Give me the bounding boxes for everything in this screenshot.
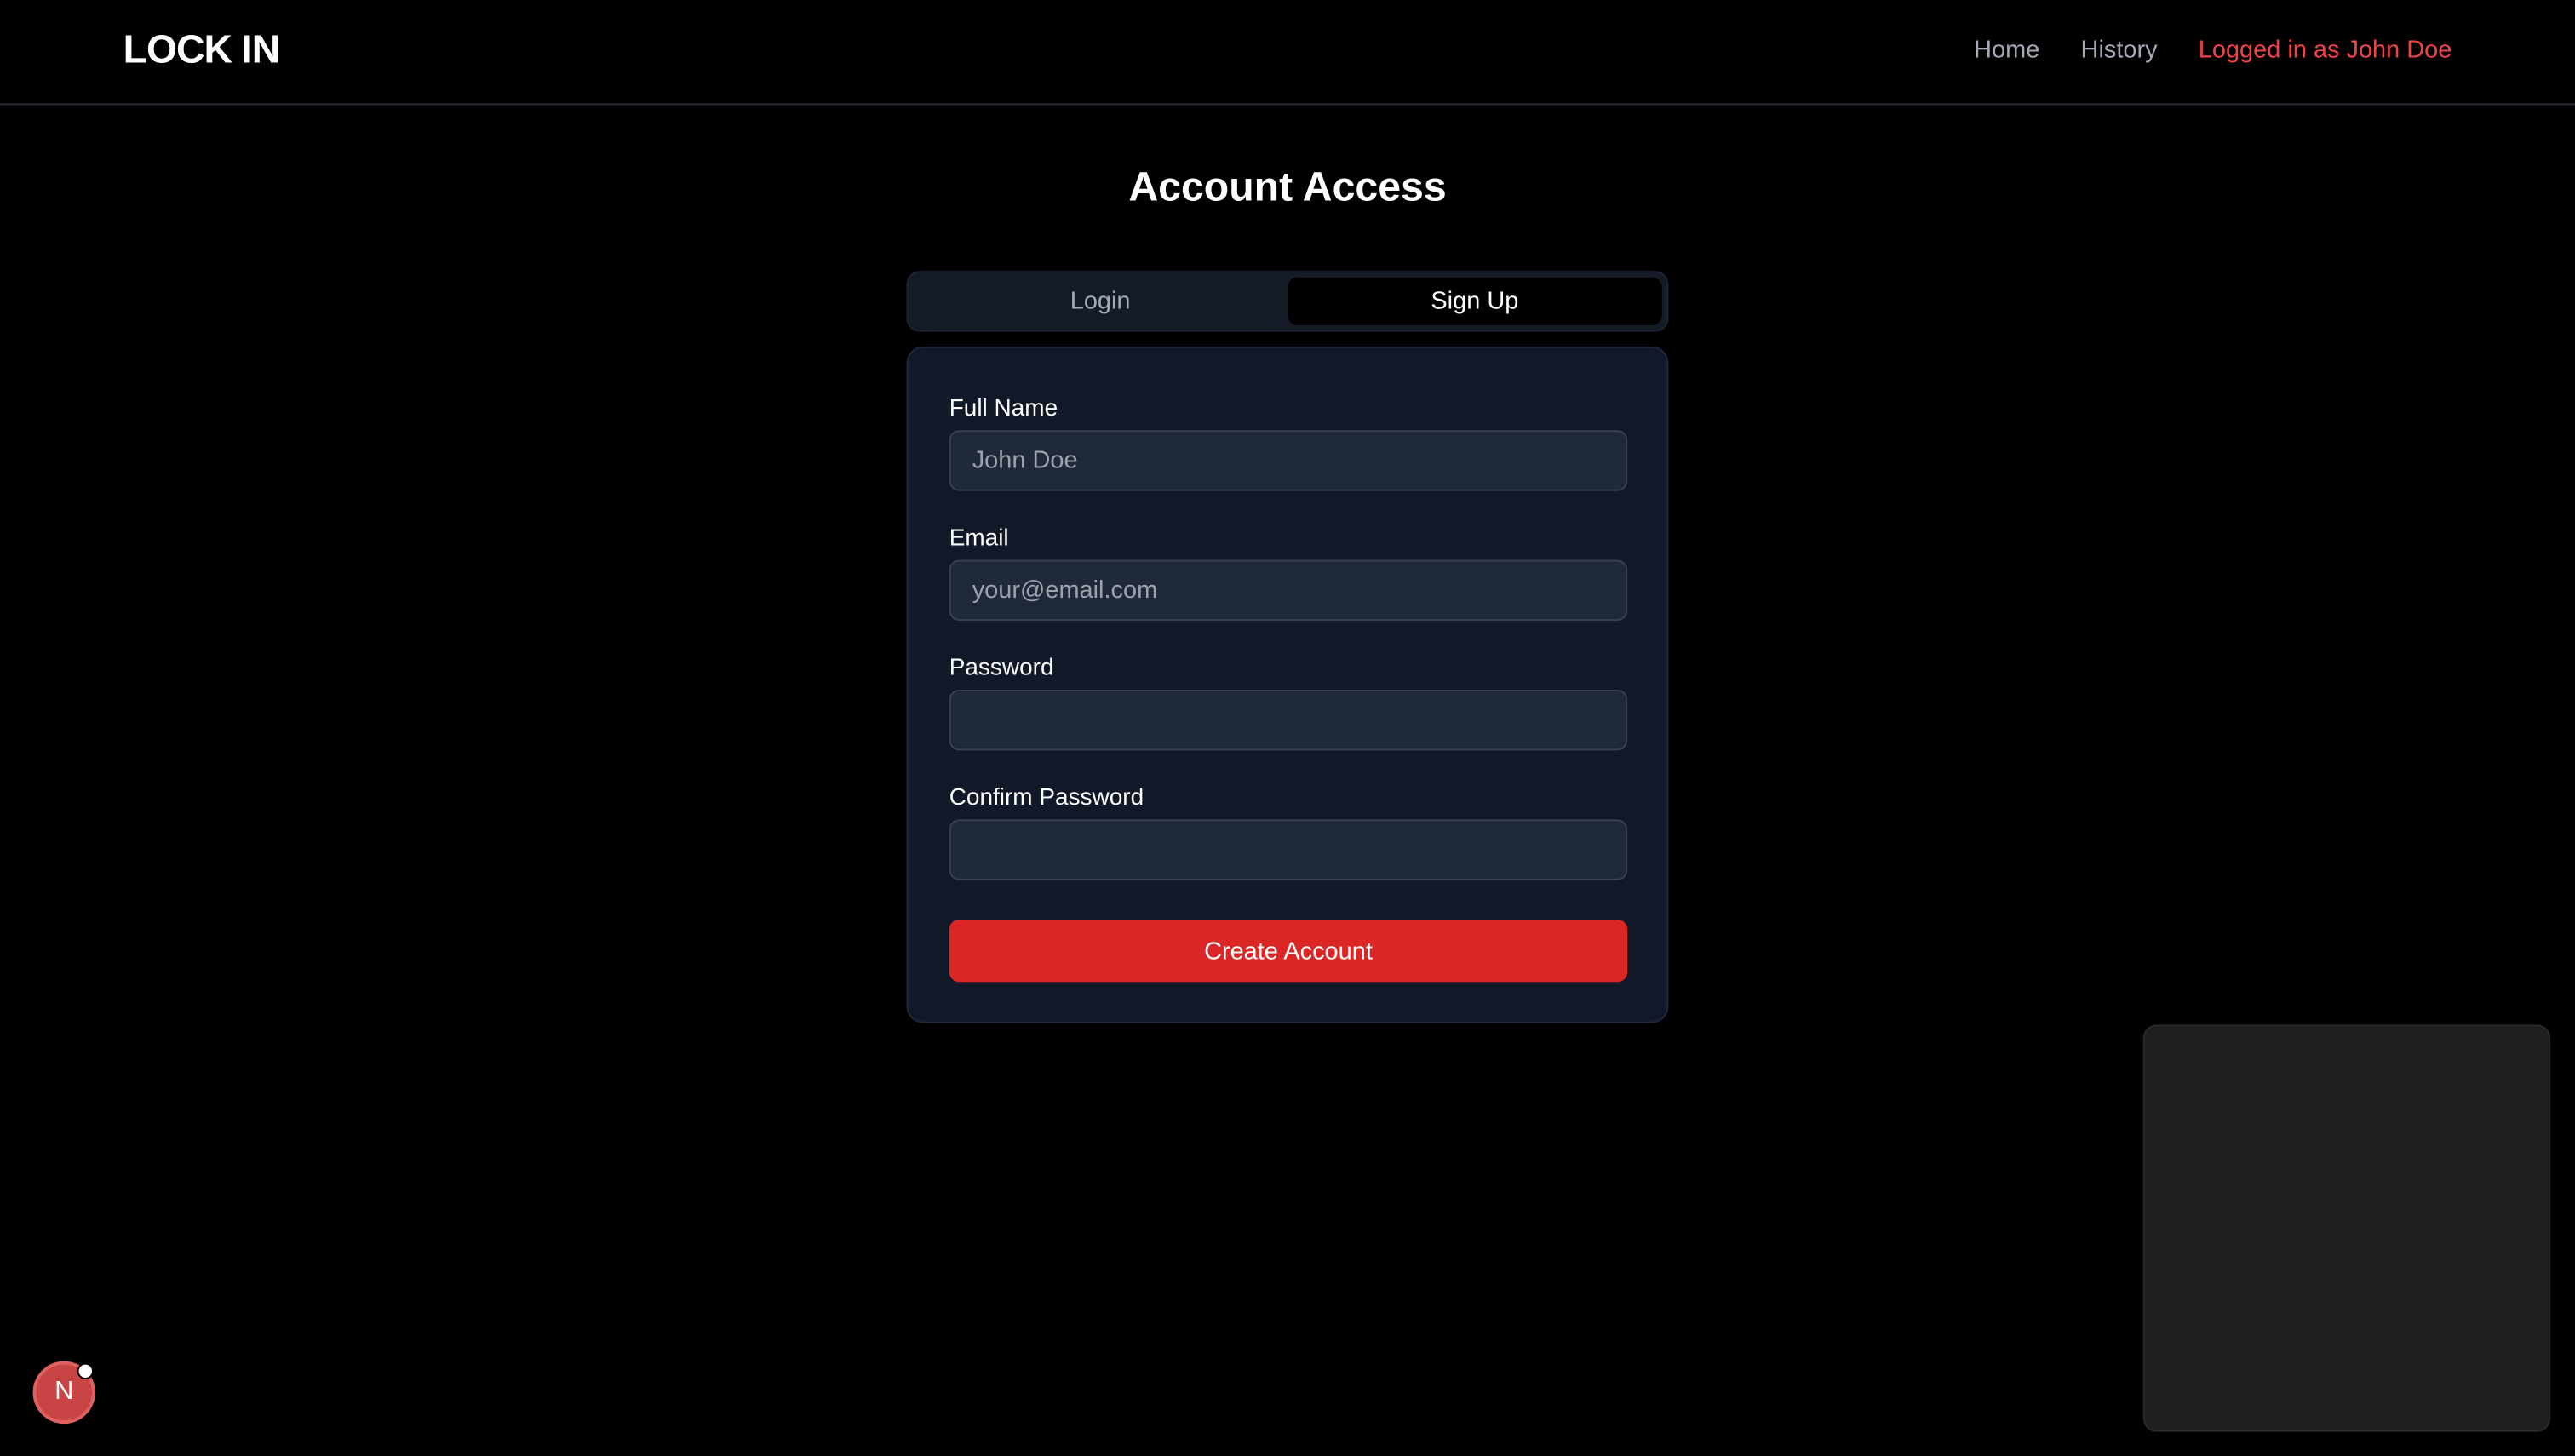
full-name-label: Full Name xyxy=(949,395,1058,422)
nav-links: Home History Logged in as John Doe xyxy=(1974,36,2452,64)
tab-signup[interactable]: Sign Up xyxy=(1287,277,1662,325)
nav-history-link[interactable]: History xyxy=(2081,36,2158,64)
stage: LOCK IN Home History Logged in as John D… xyxy=(0,0,2575,1456)
email-input[interactable] xyxy=(949,559,1628,621)
confirm-password-input[interactable] xyxy=(949,819,1628,880)
auth-tabs: Login Sign Up xyxy=(906,271,1669,332)
email-label: Email xyxy=(949,525,1009,552)
page: LOCK IN Home History Logged in as John D… xyxy=(0,0,2575,1456)
page-title: Account Access xyxy=(1128,163,1447,210)
full-name-input[interactable] xyxy=(949,430,1628,491)
video-preview-panel xyxy=(2142,1024,2551,1432)
signup-form-card: Full Name Email Password Confirm Passwor… xyxy=(906,346,1669,1023)
nav-home-link[interactable]: Home xyxy=(1974,36,2039,64)
create-account-button[interactable]: Create Account xyxy=(949,919,1628,983)
password-input[interactable] xyxy=(949,689,1628,751)
dev-badge-letter: N xyxy=(54,1378,74,1406)
password-label: Password xyxy=(949,655,1054,682)
notification-dot-icon xyxy=(77,1362,94,1379)
brand-logo[interactable]: LOCK IN xyxy=(123,28,281,74)
logged-in-user-link[interactable]: Logged in as John Doe xyxy=(2199,36,2452,64)
dev-tools-badge[interactable]: N xyxy=(32,1361,95,1424)
tab-login[interactable]: Login xyxy=(913,278,1288,325)
top-navbar: LOCK IN Home History Logged in as John D… xyxy=(0,0,2575,106)
confirm-password-label: Confirm Password xyxy=(949,784,1144,811)
